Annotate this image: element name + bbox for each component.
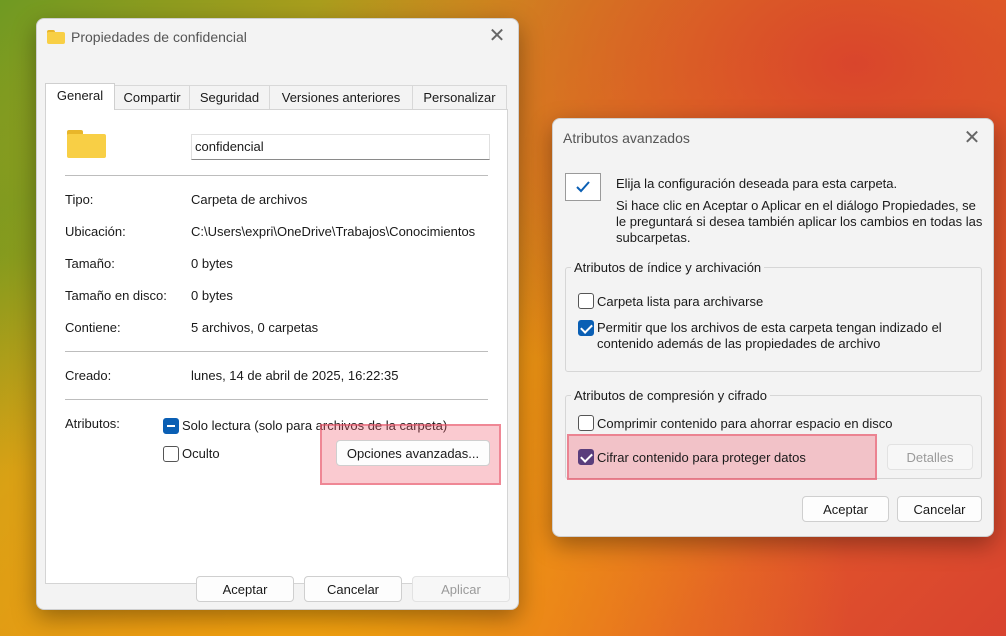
close-icon[interactable]: ✕ xyxy=(486,25,508,47)
advanced-attributes-dialog: Atributos avanzados ✕ Elija la configura… xyxy=(552,118,994,537)
properties-titlebar[interactable]: Propiedades de confidencial ✕ xyxy=(37,19,518,55)
advanced-ok-button[interactable]: Aceptar xyxy=(802,496,889,522)
tamano-disco-value: 0 bytes xyxy=(191,288,233,303)
info-text: Si hace clic en Aceptar o Aplicar en el … xyxy=(616,198,983,245)
general-panel: confidencial Tipo: Carpeta de archivos U… xyxy=(45,109,508,584)
encrypt-label[interactable]: Cifrar contenido para proteger datos xyxy=(597,450,806,465)
apply-button[interactable]: Aplicar xyxy=(412,576,510,602)
encrypt-checkbox[interactable] xyxy=(578,449,594,465)
checkmark-box-icon xyxy=(565,173,601,201)
tab-personalizar[interactable]: Personalizar xyxy=(412,85,507,109)
separator xyxy=(65,399,488,400)
tab-general[interactable]: General xyxy=(45,83,115,110)
contiene-value: 5 archivos, 0 carpetas xyxy=(191,320,319,335)
index-group-title: Atributos de índice y archivación xyxy=(571,260,765,275)
index-label[interactable]: Permitir que los archivos de esta carpet… xyxy=(597,320,977,352)
index-checkbox[interactable] xyxy=(578,320,594,336)
atributos-label: Atributos: xyxy=(65,416,120,431)
hidden-checkbox[interactable] xyxy=(163,446,179,462)
advanced-options-button[interactable]: Opciones avanzadas... xyxy=(336,440,490,466)
ubicacion-value: C:\Users\expri\OneDrive\Trabajos\Conocim… xyxy=(191,224,476,239)
folder-icon xyxy=(47,30,65,44)
tab-compartir[interactable]: Compartir xyxy=(114,85,190,109)
tab-versiones-anteriores[interactable]: Versiones anteriores xyxy=(269,85,413,109)
compression-group-title: Atributos de compresión y cifrado xyxy=(571,388,770,403)
cancel-button[interactable]: Cancelar xyxy=(304,576,402,602)
tab-seguridad[interactable]: Seguridad xyxy=(189,85,270,109)
separator xyxy=(65,351,488,352)
tipo-label: Tipo: xyxy=(65,192,94,207)
tamano-label: Tamaño: xyxy=(65,256,115,271)
ubicacion-label: Ubicación: xyxy=(65,224,126,239)
tipo-value: Carpeta de archivos xyxy=(191,192,308,207)
compress-checkbox[interactable] xyxy=(578,415,594,431)
hidden-label[interactable]: Oculto xyxy=(182,446,220,461)
details-button[interactable]: Detalles xyxy=(887,444,973,470)
tamano-value: 0 bytes xyxy=(191,256,233,271)
separator xyxy=(65,175,488,176)
properties-dialog: Propiedades de confidencial ✕ General Co… xyxy=(36,18,519,610)
contiene-label: Contiene: xyxy=(65,320,121,335)
properties-title: Propiedades de confidencial xyxy=(71,29,247,45)
advanced-titlebar[interactable]: Atributos avanzados ✕ xyxy=(553,119,993,155)
intro-text: Elija la configuración deseada para esta… xyxy=(616,176,898,191)
folder-large-icon xyxy=(67,130,106,158)
tamano-disco-label: Tamaño en disco: xyxy=(65,288,167,303)
compress-label[interactable]: Comprimir contenido para ahorrar espacio… xyxy=(597,416,893,431)
creado-value: lunes, 14 de abril de 2025, 16:22:35 xyxy=(191,368,399,383)
ok-button[interactable]: Aceptar xyxy=(196,576,294,602)
readonly-checkbox[interactable] xyxy=(163,418,179,434)
folder-name-input[interactable]: confidencial xyxy=(191,134,490,160)
advanced-cancel-button[interactable]: Cancelar xyxy=(897,496,982,522)
archive-label[interactable]: Carpeta lista para archivarse xyxy=(597,294,763,309)
close-icon[interactable]: ✕ xyxy=(961,127,983,149)
creado-label: Creado: xyxy=(65,368,112,383)
advanced-title: Atributos avanzados xyxy=(563,130,690,146)
archive-checkbox[interactable] xyxy=(578,293,594,309)
